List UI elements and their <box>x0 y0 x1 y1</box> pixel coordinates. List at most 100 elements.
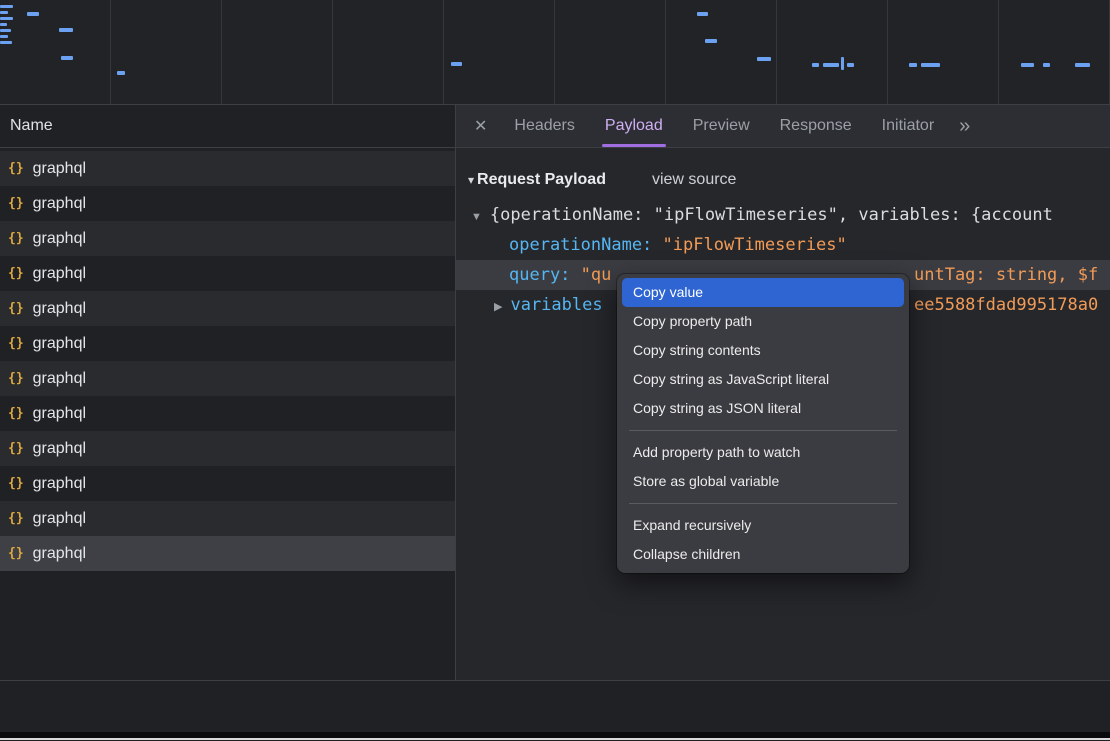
context-menu-item[interactable]: Collapse children <box>622 540 904 569</box>
waterfall-bar <box>847 63 854 67</box>
name-column-label: Name <box>10 117 53 135</box>
context-menu: Copy valueCopy property pathCopy string … <box>617 274 909 573</box>
section-title: Request Payload <box>477 171 606 189</box>
waterfall-bar <box>0 23 7 26</box>
request-row[interactable]: {} graphql <box>0 501 455 536</box>
request-row[interactable]: {} graphql <box>0 186 455 221</box>
tree-row-operation-name[interactable]: operationName: "ipFlowTimeseries" <box>456 230 1110 260</box>
waterfall-bar <box>921 63 940 67</box>
waterfall-bar <box>705 39 717 43</box>
property-value: "ipFlowTimeseries" <box>663 235 847 255</box>
context-menu-separator <box>629 430 897 431</box>
more-tabs-icon[interactable]: » <box>959 115 970 138</box>
request-row[interactable]: {} graphql <box>0 326 455 361</box>
request-name: graphql <box>33 370 86 388</box>
waterfall-bar <box>0 5 13 8</box>
request-name: graphql <box>33 265 86 283</box>
disclosure-collapsed-icon[interactable]: ▶ <box>494 301 502 313</box>
waterfall-bar <box>823 63 839 67</box>
tab-response[interactable]: Response <box>770 105 862 147</box>
waterfall-bar <box>27 12 39 16</box>
waterfall-bar <box>812 63 819 67</box>
waterfall-bar <box>1043 63 1050 67</box>
json-icon: {} <box>8 266 24 281</box>
request-name: graphql <box>33 545 86 563</box>
property-key: variables <box>510 295 602 315</box>
request-rows: {} graphql {} graphql {} graphql {} grap… <box>0 151 455 571</box>
request-name: graphql <box>33 300 86 318</box>
context-menu-item[interactable]: Copy property path <box>622 307 904 336</box>
request-name: graphql <box>33 160 86 178</box>
tab-initiator[interactable]: Initiator <box>872 105 944 147</box>
tab-headers[interactable]: Headers <box>504 105 584 147</box>
request-name: graphql <box>33 440 86 458</box>
json-icon: {} <box>8 161 24 176</box>
waterfall-bar <box>757 57 771 61</box>
json-icon: {} <box>8 476 24 491</box>
waterfall-bar <box>841 57 844 70</box>
request-row[interactable]: {} graphql <box>0 151 455 186</box>
request-row[interactable]: {} graphql <box>0 536 455 571</box>
context-menu-item[interactable]: Store as global variable <box>622 467 904 496</box>
json-icon: {} <box>8 406 24 421</box>
waterfall-bar <box>1075 63 1090 67</box>
context-menu-item[interactable]: Add property path to watch <box>622 438 904 467</box>
context-menu-item[interactable]: Copy string as JSON literal <box>622 394 904 423</box>
request-name: graphql <box>33 335 86 353</box>
json-icon: {} <box>8 546 24 561</box>
section-disclosure-icon[interactable]: ▾ <box>468 173 474 187</box>
network-panel: Name {} graphql {} graphql {} graphql {}… <box>0 105 1110 680</box>
json-icon: {} <box>8 511 24 526</box>
tab-preview[interactable]: Preview <box>683 105 760 147</box>
context-menu-item[interactable]: Expand recursively <box>622 511 904 540</box>
waterfall-bar <box>61 56 73 60</box>
waterfall-bar <box>451 62 462 66</box>
waterfall-bar <box>59 28 73 32</box>
request-row[interactable]: {} graphql <box>0 361 455 396</box>
request-name: graphql <box>33 195 86 213</box>
context-menu-item[interactable]: Copy value <box>622 278 904 307</box>
overview-bars <box>0 0 1110 104</box>
tab-payload[interactable]: Payload <box>595 105 673 147</box>
waterfall-bar <box>1021 63 1034 67</box>
property-value-right: untTag: string, $f <box>914 260 1098 290</box>
waterfall-bar <box>0 11 8 14</box>
property-value-right: ee5588fdad995178a0 <box>914 290 1098 320</box>
name-column-header[interactable]: Name <box>0 105 455 148</box>
waterfall-bar <box>697 12 708 16</box>
waterfall-bar <box>0 29 11 32</box>
network-overview-timeline[interactable] <box>0 0 1110 105</box>
request-payload-section-header: ▾ Request Payload view source <box>456 168 1110 192</box>
waterfall-bar <box>0 41 12 44</box>
context-menu-item[interactable]: Copy string contents <box>622 336 904 365</box>
object-preview-text: {operationName: "ipFlowTimeseries", vari… <box>490 205 1053 225</box>
json-icon: {} <box>8 371 24 386</box>
request-list-panel: Name {} graphql {} graphql {} graphql {}… <box>0 105 455 680</box>
property-value-left: "qu <box>581 265 612 285</box>
close-icon[interactable]: ✕ <box>474 116 487 136</box>
request-name: graphql <box>33 405 86 423</box>
property-key: query: <box>509 265 581 285</box>
disclosure-expanded-icon[interactable]: ▼ <box>471 211 482 223</box>
json-icon: {} <box>8 231 24 246</box>
waterfall-bar <box>909 63 917 67</box>
json-icon: {} <box>8 196 24 211</box>
request-row[interactable]: {} graphql <box>0 431 455 466</box>
request-name: graphql <box>33 475 86 493</box>
property-key: operationName: <box>509 235 663 255</box>
context-menu-separator <box>629 503 897 504</box>
request-row[interactable]: {} graphql <box>0 221 455 256</box>
json-icon: {} <box>8 336 24 351</box>
tree-row-root[interactable]: ▼ {operationName: "ipFlowTimeseries", var… <box>456 200 1110 230</box>
json-icon: {} <box>8 441 24 456</box>
request-name: graphql <box>33 230 86 248</box>
waterfall-bar <box>0 17 13 20</box>
request-row[interactable]: {} graphql <box>0 291 455 326</box>
request-row[interactable]: {} graphql <box>0 466 455 501</box>
request-row[interactable]: {} graphql <box>0 256 455 291</box>
view-source-toggle[interactable]: view source <box>652 171 736 189</box>
request-row[interactable]: {} graphql <box>0 396 455 431</box>
json-icon: {} <box>8 301 24 316</box>
waterfall-bar <box>117 71 125 75</box>
context-menu-item[interactable]: Copy string as JavaScript literal <box>622 365 904 394</box>
